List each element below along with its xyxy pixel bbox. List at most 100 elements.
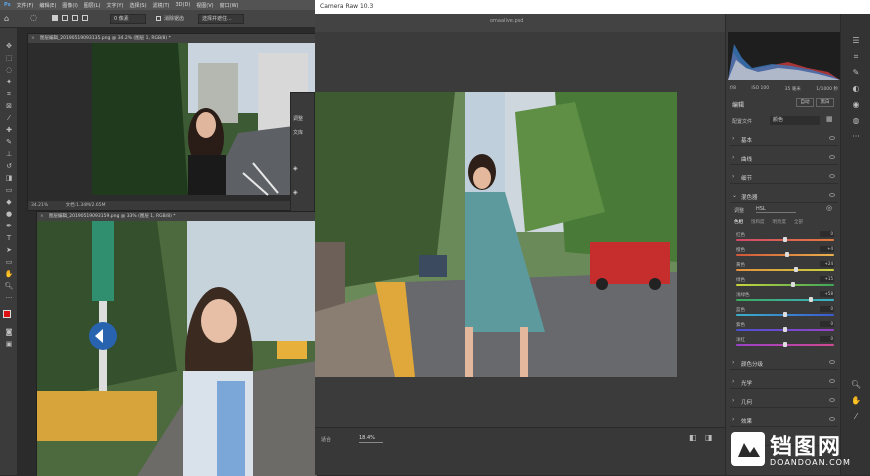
hand-tool-icon[interactable]: ✋ [4, 270, 14, 278]
compare-view-icon[interactable]: ◧ [689, 433, 697, 442]
section-color-grading[interactable]: › 颜色分级 [730, 356, 838, 370]
zoom-tool-icon[interactable]: 🔍︎ [4, 282, 14, 290]
eye-icon[interactable] [829, 360, 835, 364]
menu-item[interactable]: 窗口(W) [220, 2, 239, 9]
profile-dropdown[interactable]: 颜色 [770, 116, 820, 125]
crop-icon[interactable]: ⌗ [850, 52, 862, 62]
zoom-icon[interactable]: 🔍︎ [850, 380, 862, 390]
dodge-tool-icon[interactable]: ● [4, 210, 14, 218]
slider-thumb[interactable] [783, 327, 787, 332]
section-geometry[interactable]: › 几何 [730, 394, 838, 408]
presets-icon[interactable]: ◍ [850, 116, 862, 126]
slider-thumb[interactable] [809, 297, 814, 302]
more-tools-icon[interactable]: ··· [4, 294, 14, 302]
close-icon[interactable]: × [31, 34, 35, 43]
select-and-mask-button[interactable]: 选择并遮住... [198, 14, 244, 24]
feather-field[interactable]: 0 像素 [110, 14, 146, 24]
eye-icon[interactable] [829, 155, 835, 159]
type-tool-icon[interactable]: T [4, 234, 14, 242]
menu-item[interactable]: 滤镜(T) [153, 2, 170, 9]
clone-stamp-icon[interactable]: ⊥ [4, 150, 14, 158]
section-curve[interactable]: › 曲线 [730, 151, 838, 165]
lasso-icon[interactable]: ◌ [30, 13, 37, 22]
slider-track[interactable] [736, 269, 834, 271]
slider-value-field[interactable]: +58 [820, 291, 834, 297]
eye-icon[interactable] [829, 136, 835, 140]
menu-item[interactable]: 编辑(E) [39, 2, 56, 9]
section-optics[interactable]: › 光学 [730, 375, 838, 389]
mixer-mode-dropdown[interactable]: HSL [756, 205, 796, 213]
more-icon[interactable]: ··· [850, 132, 862, 142]
eye-icon[interactable] [829, 379, 835, 383]
panel-icon[interactable]: ◈ [293, 165, 298, 172]
hsl-slider-row[interactable]: 黄色 +24 [736, 261, 834, 273]
eye-icon[interactable] [829, 193, 835, 197]
tab-saturation[interactable]: 饱和度 [751, 219, 765, 225]
document-window-1[interactable]: × 图层编辑_20190519093135.png @ 34.2% (图层 1,… [27, 33, 320, 211]
eraser-icon[interactable]: ◨ [4, 174, 14, 182]
slider-value-field[interactable]: +15 [820, 276, 834, 282]
menu-item[interactable]: 文字(Y) [106, 2, 123, 9]
eye-icon[interactable] [829, 174, 835, 178]
slider-value-field[interactable]: 0 [820, 231, 834, 237]
slider-thumb[interactable] [790, 282, 795, 287]
menu-item[interactable]: 图像(I) [62, 2, 77, 9]
brush-tool-icon[interactable]: ✎ [4, 138, 14, 146]
selection-mode-subtract-icon[interactable] [72, 15, 78, 21]
menu-ps-logo[interactable]: Ps [4, 2, 11, 8]
targeted-adjust-icon[interactable]: ◎ [826, 204, 832, 212]
healing-icon[interactable]: ✎ [850, 68, 862, 78]
panel-item-adjust[interactable]: 调整 [293, 115, 303, 122]
slider-thumb[interactable] [784, 252, 789, 257]
before-after-icon[interactable]: ◨ [705, 433, 713, 442]
history-brush-icon[interactable]: ↺ [4, 162, 14, 170]
edit-icon[interactable]: ☰ [850, 36, 862, 46]
menu-item[interactable]: 3D(D) [176, 2, 191, 8]
tab-luminance[interactable]: 明亮度 [773, 219, 787, 225]
move-tool-icon[interactable]: ✥ [4, 42, 14, 50]
menu-item[interactable]: 图层(L) [84, 2, 101, 9]
lasso-tool-icon[interactable]: ◌ [4, 66, 14, 74]
menu-item[interactable]: 文件(F) [17, 2, 34, 9]
hsl-slider-row[interactable]: 绿色 +15 [736, 276, 834, 288]
document-tab-2[interactable]: × 图层编辑_20190519093159.png @ 33% (图层 1, R… [37, 212, 315, 221]
eyedropper-icon[interactable]: ⁄ [4, 114, 14, 122]
selection-mode-add-icon[interactable] [62, 15, 68, 21]
slider-thumb[interactable] [794, 267, 799, 272]
slider-thumb[interactable] [783, 342, 787, 347]
close-icon[interactable]: × [40, 212, 44, 221]
redeye-icon[interactable]: ◉ [850, 100, 862, 110]
panel-item-library[interactable]: 文库 [293, 129, 303, 136]
magic-wand-icon[interactable]: ✦ [4, 78, 14, 86]
hand-icon[interactable]: ✋ [850, 396, 862, 406]
path-selection-icon[interactable]: ➤ [4, 246, 14, 254]
menu-item[interactable]: 选择(S) [129, 2, 146, 9]
selection-mode-new-icon[interactable] [52, 15, 58, 21]
anti-alias-checkbox[interactable] [156, 16, 161, 21]
document-tab-1[interactable]: × 图层编辑_20190519093135.png @ 34.2% (图层 1,… [28, 34, 318, 43]
section-color-mixer[interactable]: ⌄ 混色器 [730, 189, 838, 203]
slider-value-field[interactable]: +24 [820, 261, 834, 267]
selection-mode-intersect-icon[interactable] [82, 15, 88, 21]
hsl-slider-row[interactable]: 洋红 0 [736, 336, 834, 348]
hsl-slider-row[interactable]: 橙色 +4 [736, 246, 834, 258]
rectangle-tool-icon[interactable]: ▭ [4, 258, 14, 266]
eye-icon[interactable] [829, 417, 835, 421]
screen-mode-icon[interactable]: ▣ [4, 340, 14, 348]
slider-value-field[interactable]: 0 [820, 336, 834, 342]
hsl-slider-row[interactable]: 蓝色 0 [736, 306, 834, 318]
zoom-level-dropdown[interactable]: 18.4% [359, 434, 383, 443]
bw-button[interactable]: 黑白 [816, 98, 834, 107]
slider-track[interactable] [736, 284, 834, 286]
hsl-slider-row[interactable]: 紫色 0 [736, 321, 834, 333]
tab-hue[interactable]: 色相 [734, 219, 743, 225]
slider-track[interactable] [736, 299, 834, 301]
pen-tool-icon[interactable]: ✒ [4, 222, 14, 230]
marquee-tool-icon[interactable]: ⬚ [4, 54, 14, 62]
slider-value-field[interactable]: +4 [820, 246, 834, 252]
tab-all[interactable]: 全部 [794, 219, 803, 225]
frame-tool-icon[interactable]: ⊠ [4, 102, 14, 110]
slider-value-field[interactable]: 0 [820, 306, 834, 312]
profile-browser-icon[interactable]: ▦ [826, 115, 833, 123]
document-window-2[interactable]: × 图层编辑_20190519093159.png @ 33% (图层 1, R… [36, 211, 317, 476]
